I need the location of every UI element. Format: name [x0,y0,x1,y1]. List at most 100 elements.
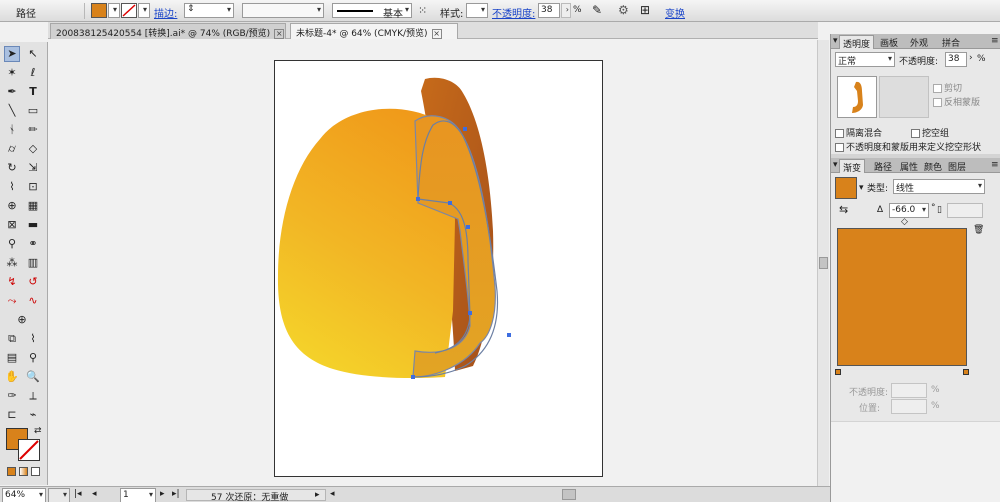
gear-icon[interactable]: ⚙ [618,3,629,17]
opacity-mask-knockout-checkbox[interactable]: 不透明度和蒙版用来定义挖空形状 [835,140,981,153]
prev-page-icon[interactable]: ◂ [92,489,97,499]
gradient-mode-icon[interactable] [19,467,28,476]
color-mode-icon[interactable] [7,467,16,476]
blend-mode-dropdown[interactable]: 正常 ▾ [835,52,895,67]
knife-tool-icon[interactable]: ⌁ [24,406,42,424]
angle-input[interactable]: -66.0 ▾ [889,203,929,218]
collapse-icon[interactable]: ▾ [833,36,838,46]
style-dropdown[interactable]: ▾ [466,3,488,18]
rotate-tool-icon[interactable]: ↻ [3,159,21,177]
brush-icon[interactable]: ⁙ [418,4,427,17]
pucker-tool-icon[interactable]: ⤳ [3,292,21,310]
stroke-weight-field[interactable]: ⇕ ▾ [184,3,234,18]
scroll-left-icon[interactable]: ◂ [330,489,335,499]
opacity-thumbnail[interactable] [837,76,877,118]
gradient-tool-icon[interactable]: ▬ [24,216,42,234]
zoom-tool-icon[interactable]: ⚲ [24,349,42,367]
free-transform-tool-icon[interactable]: ⊡ [24,178,42,196]
stroke-profile-dropdown[interactable]: 基本 ▾ [332,3,412,20]
stroke-dropdown[interactable]: ▾ [138,3,150,18]
trash-icon[interactable]: 🗑 [973,225,984,235]
crosshair-tool-icon[interactable]: ⊕ [13,311,31,329]
rectangle-tool-icon[interactable]: ▭ [24,102,42,120]
tab-pathfinder[interactable]: 路径 [871,159,895,173]
stroke-none-swatch[interactable] [121,3,137,18]
symbol-sprayer-tool-icon[interactable]: ⁂ [3,254,21,272]
last-page-icon[interactable]: ▸| [172,489,180,499]
vertical-scrollbar[interactable] [817,40,829,486]
swap-icon[interactable]: ⇄ [34,426,42,436]
hand-tool-icon[interactable]: ✋ [3,368,21,386]
scale-tool-icon[interactable]: ⇲ [24,159,42,177]
gradient-type-dropdown[interactable]: 线性 ▾ [893,179,985,194]
fill-color-swatch[interactable] [91,3,107,18]
eyedropper-alt-tool-icon[interactable]: ✑ [3,387,21,405]
gradient-slider-preview[interactable] [837,228,967,366]
close-icon[interactable]: × [274,29,285,39]
opacity-label-link[interactable]: 不透明度: [492,5,535,20]
page-number-field[interactable]: 1 ▾ [120,488,156,502]
width-tool-icon[interactable]: ⌇ [3,178,21,196]
warp-tool-icon[interactable]: ↯ [3,273,21,291]
tab-appearance[interactable]: 外观 [907,35,931,49]
bloat-tool-icon[interactable]: ∿ [24,292,42,310]
artboard[interactable] [274,60,603,477]
stroke-label-link[interactable]: 描边: [154,5,177,20]
panel-menu-icon[interactable]: ≡ [991,160,999,170]
stop-opacity-input[interactable] [891,383,927,398]
gradient-stop-right[interactable] [963,369,969,375]
scroll-thumb[interactable] [819,257,828,269]
tab-document-1[interactable]: 200838125420554 [转换].ai* @ 74% (RGB/预览) × [50,23,286,39]
transform-link[interactable]: 变换 [665,5,685,20]
tab-gradient[interactable]: 渐变 [839,159,866,174]
opacity-input[interactable]: 38 [945,52,967,67]
column-graph-tool-icon[interactable]: ▥ [24,254,42,272]
eraser-tool-icon[interactable]: ◇ [24,140,42,158]
isolate-blending-checkbox[interactable]: 隔离混合 [835,126,882,139]
tab-artboards[interactable]: 画板 [877,35,901,49]
reverse-gradient-icon[interactable]: ⇆ [839,203,848,216]
type-tool-icon[interactable]: T [24,83,42,101]
clip-checkbox[interactable]: 剪切 [933,81,962,94]
twirl-tool-icon[interactable]: ↺ [24,273,42,291]
zoom-dropdown[interactable]: 64% ▾ [2,488,46,502]
align-icon[interactable]: ⊞ [640,3,650,17]
invert-mask-checkbox[interactable]: 反相蒙版 [933,95,980,108]
pen-tool-icon[interactable]: ✒ [3,83,21,101]
opacity-input[interactable]: 38 [538,3,560,18]
tab-document-2[interactable]: 未标题-4* @ 64% (CMYK/预览) × [290,23,458,39]
perspective-grid-tool-icon[interactable]: ▦ [24,197,42,215]
tab-flatten[interactable]: 拼合 [939,35,963,49]
blob-brush-tool-icon[interactable]: ⌭ [3,140,21,158]
gradient-preview-swatch[interactable] [835,177,857,199]
tab-layers[interactable]: 图层 [945,159,969,173]
variable-width-dropdown[interactable]: ▾ [242,3,324,18]
stroke-swatch[interactable] [18,439,40,461]
none-mode-icon[interactable] [31,467,40,476]
crop-tool-icon[interactable]: ⊏ [3,406,21,424]
blend-tool-icon[interactable]: ⚭ [24,235,42,253]
magic-wand-tool-icon[interactable]: ✶ [3,64,21,82]
slice-tool-icon[interactable]: ⌇ [24,330,42,348]
collapse-icon[interactable]: ▾ [833,160,838,170]
measure-tool-icon[interactable]: ⟂ [24,387,42,405]
tab-color[interactable]: 颜色 [921,159,945,173]
lasso-tool-icon[interactable]: ℓ [24,64,42,82]
magnify-tool-icon[interactable]: 🔍 [24,368,42,386]
tab-transparency[interactable]: 透明度 [839,35,875,50]
gradient-swatch-arrow[interactable]: ▾ [859,183,864,193]
eyedropper-tool-icon[interactable]: ⚲ [3,235,21,253]
artboard-tool-icon[interactable]: ⧉ [3,330,21,348]
line-tool-icon[interactable]: ╲ [3,102,21,120]
mesh-tool-icon[interactable]: ⊠ [3,216,21,234]
stop-position-input[interactable] [891,399,927,414]
pencil-tool-icon[interactable]: ✏ [24,121,42,139]
history-status[interactable]: 57 次还原：无重做 ▸ [186,489,326,502]
zoom-arrow[interactable]: ▾ [48,488,70,502]
panel-menu-icon[interactable]: ≡ [991,36,999,46]
direct-selection-tool-icon[interactable]: ↖ [24,45,42,63]
aspect-input[interactable] [947,203,983,218]
knockout-group-checkbox[interactable]: 挖空组 [911,126,949,139]
close-icon[interactable]: × [431,29,442,39]
shape-builder-tool-icon[interactable]: ⊕ [3,197,21,215]
